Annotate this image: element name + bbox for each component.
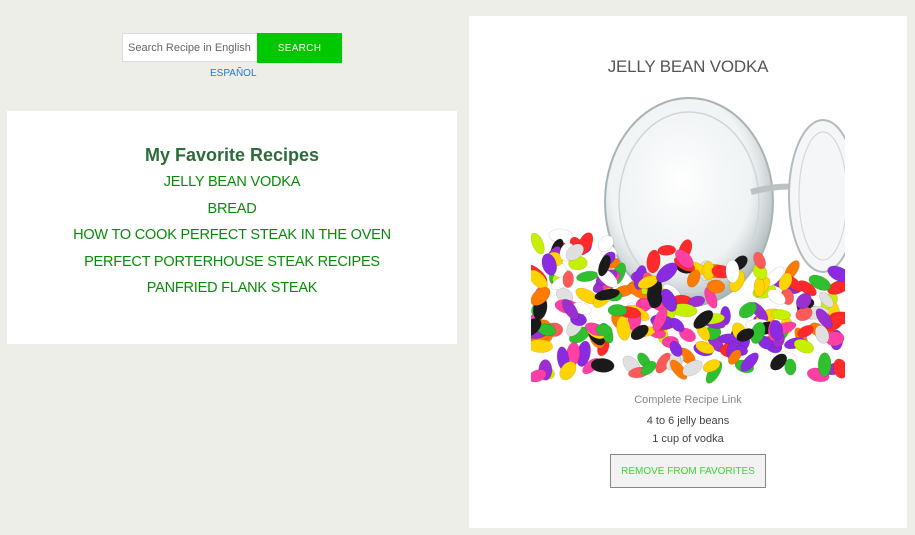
recipe-detail-panel: JELLY BEAN VODKA Complete Recipe Link 4 … bbox=[469, 16, 907, 528]
jelly-bean bbox=[607, 304, 628, 317]
search-form: SEARCH bbox=[122, 33, 342, 63]
spanish-language-link[interactable]: ESPAÑOL bbox=[210, 68, 257, 79]
search-input[interactable] bbox=[122, 33, 257, 62]
jelly-beans-graphic bbox=[531, 228, 845, 384]
list-item: PANFRIED FLANK STEAK bbox=[7, 275, 457, 302]
list-item: BREAD bbox=[7, 196, 457, 223]
favorite-link-panfried-flank-steak[interactable]: PANFRIED FLANK STEAK bbox=[147, 280, 318, 296]
jelly-bean bbox=[817, 352, 832, 377]
ingredient-item: 1 cup of vodka bbox=[652, 433, 724, 445]
favorites-title: My Favorite Recipes bbox=[144, 145, 320, 165]
ingredient-list: 4 to 6 jelly beans 1 cup of vodka bbox=[469, 412, 907, 448]
list-item: JELLY BEAN VODKA bbox=[7, 169, 457, 196]
search-button[interactable]: SEARCH bbox=[257, 33, 342, 63]
favorite-link-perfect-steak-oven[interactable]: HOW TO COOK PERFECT STEAK IN THE OVEN bbox=[73, 227, 391, 243]
list-item: HOW TO COOK PERFECT STEAK IN THE OVEN bbox=[7, 222, 457, 249]
jelly-bean bbox=[590, 358, 615, 373]
remove-from-favorites-button[interactable]: REMOVE FROM FAVORITES bbox=[610, 454, 766, 488]
favorites-panel: My Favorite Recipes JELLY BEAN VODKA BRE… bbox=[7, 111, 457, 344]
jelly-bean bbox=[576, 270, 599, 282]
recipe-image bbox=[531, 97, 845, 384]
list-item: PERFECT PORTERHOUSE STEAK RECIPES bbox=[7, 249, 457, 276]
ingredient-item: 4 to 6 jelly beans bbox=[646, 415, 730, 427]
favorites-list: JELLY BEAN VODKA BREAD HOW TO COOK PERFE… bbox=[7, 169, 457, 302]
favorite-link-porterhouse-steak[interactable]: PERFECT PORTERHOUSE STEAK RECIPES bbox=[84, 254, 380, 270]
recipe-title: JELLY BEAN VODKA bbox=[607, 57, 769, 76]
jelly-bean bbox=[832, 358, 845, 379]
complete-recipe-link[interactable]: Complete Recipe Link bbox=[469, 394, 907, 406]
jelly-bean bbox=[531, 232, 545, 255]
favorite-link-jelly-bean-vodka[interactable]: JELLY BEAN VODKA bbox=[164, 174, 301, 190]
favorite-link-bread[interactable]: BREAD bbox=[208, 201, 257, 217]
